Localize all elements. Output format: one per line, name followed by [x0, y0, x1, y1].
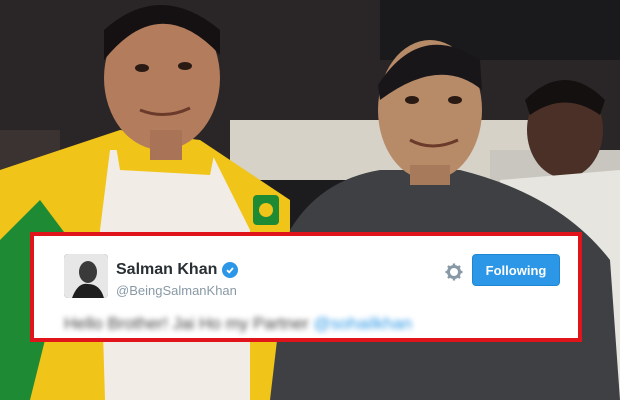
following-button[interactable]: Following — [472, 254, 560, 286]
name-row: Salman Khan — [116, 261, 239, 279]
avatar[interactable] — [64, 254, 108, 298]
tweet-body: Hello Brother! Jai Ho my Partner — [64, 314, 309, 333]
verified-icon — [222, 262, 239, 278]
avatar-photo — [64, 254, 108, 298]
gear-icon[interactable] — [445, 263, 463, 281]
mention-link[interactable]: @sohailkhan — [313, 314, 412, 333]
display-name[interactable]: Salman Khan — [116, 261, 217, 279]
tweet-text: Hello Brother! Jai Ho my Partner @sohail… — [64, 314, 412, 334]
user-handle[interactable]: @BeingSalmanKhan — [116, 283, 237, 298]
tweet-card: Salman Khan @BeingSalmanKhan Following H… — [30, 232, 582, 342]
